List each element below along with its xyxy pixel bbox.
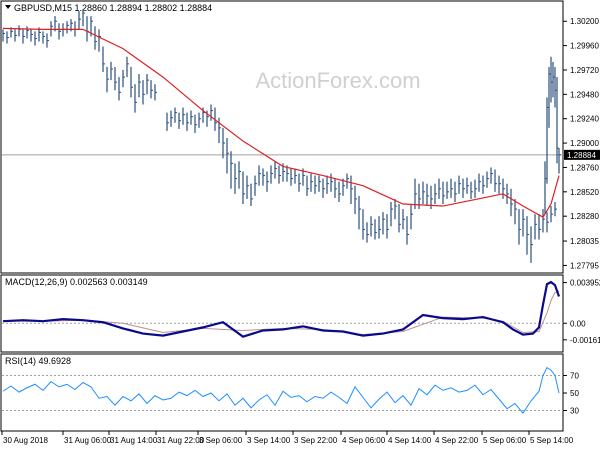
price-tick-label: 1.28520: [570, 188, 599, 197]
chart-canvas: ActionForex.com GBPUSD,M15 1.28860 1.288…: [0, 0, 600, 450]
price-tick-label: 1.29000: [570, 139, 599, 148]
rsi-tick-label: 50: [570, 389, 579, 398]
last-price-marker: 1.28884: [564, 149, 600, 160]
macd-header-text: MACD(12,26,9) 0.002563 0.003149: [5, 277, 148, 287]
price-tick-label: 1.28035: [570, 237, 599, 246]
time-tick-label: 3 Sep 22:00: [294, 436, 338, 445]
time-tick-label: 31 Aug 14:00: [110, 436, 158, 445]
price-tick-label: 1.28760: [570, 163, 599, 172]
time-tick-label: 5 Sep 14:00: [530, 436, 574, 445]
rsi-tick-label: 70: [570, 372, 579, 381]
time-tick-label: 4 Sep 14:00: [388, 436, 432, 445]
price-tick-label: 1.30200: [570, 17, 599, 26]
macd-tick-label: -0.00161: [570, 336, 600, 345]
time-tick-label: 31 Aug 06:00: [64, 436, 112, 445]
macd-tick-label: 0.003952: [570, 279, 600, 288]
price-tick-label: 1.29960: [570, 42, 599, 51]
price-header-text: GBPUSD,M15 1.28860 1.28894 1.28802 1.288…: [14, 3, 212, 13]
watermark: ActionForex.com: [255, 68, 420, 93]
forex-chart: ActionForex.com GBPUSD,M15 1.28860 1.288…: [0, 0, 600, 450]
time-tick-label: 4 Sep 06:00: [342, 436, 386, 445]
time-tick-label: 3 Sep 14:00: [247, 436, 291, 445]
rsi-header-text: RSI(14) 49.6928: [5, 356, 71, 366]
time-tick-label: 4 Sep 22:00: [435, 436, 479, 445]
time-tick-label: 31 Aug 22:00: [157, 436, 205, 445]
price-header: GBPUSD,M15 1.28860 1.28894 1.28802 1.288…: [5, 3, 212, 13]
time-tick-label: 3 Sep 06:00: [199, 436, 243, 445]
time-tick-label: 5 Sep 06:00: [483, 436, 527, 445]
macd-tick-label: 0.00: [570, 319, 586, 328]
price-tick-label: 1.29720: [570, 66, 599, 75]
price-tick-label: 1.28280: [570, 212, 599, 221]
price-tick-label: 1.27795: [570, 261, 599, 270]
price-tick-label: 1.29240: [570, 115, 599, 124]
last-price-label: 1.28884: [567, 151, 596, 160]
time-tick-label: 30 Aug 2018: [3, 436, 48, 445]
rsi-tick-label: 30: [570, 407, 579, 416]
price-tick-label: 1.29480: [570, 90, 599, 99]
